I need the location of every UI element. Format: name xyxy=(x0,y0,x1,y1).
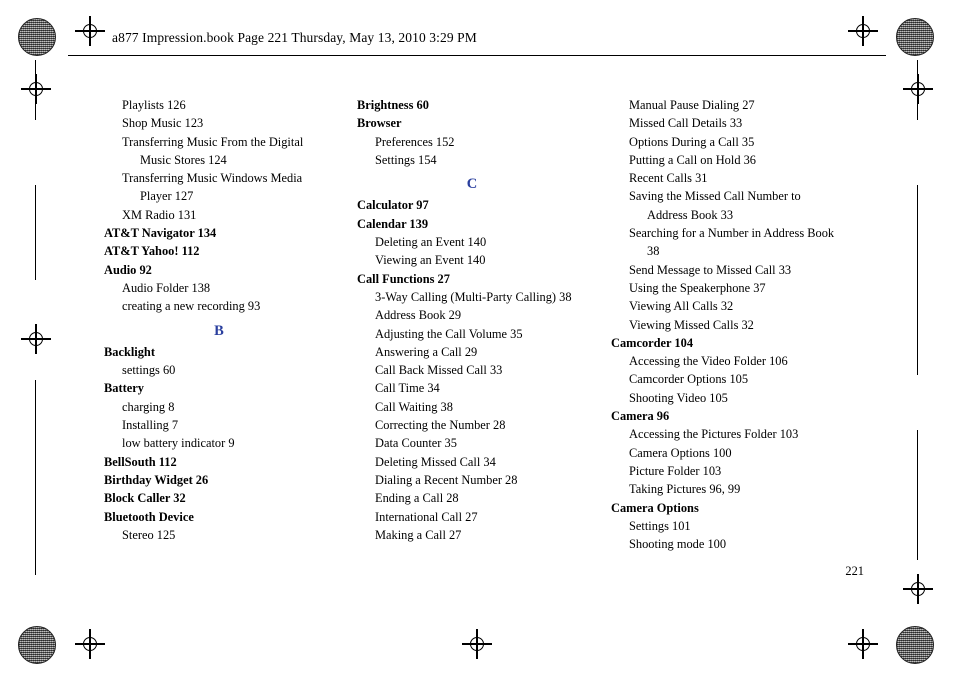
trim-line-left-mid xyxy=(35,185,37,280)
registration-mark-left-lower xyxy=(21,324,51,354)
index-letter-heading: C xyxy=(466,176,478,193)
index-entry-sub: Making a Call 27 xyxy=(375,527,462,542)
trim-line-right-mid xyxy=(917,185,919,375)
index-entry-sub: Camera Options 100 xyxy=(629,445,732,460)
index-entry-main: AT&T Yahoo! 112 xyxy=(104,244,200,259)
index-entry-sub: Call Waiting 38 xyxy=(375,399,453,414)
trim-line-left-bottom xyxy=(35,380,37,575)
index-entry-main: Camera Options xyxy=(611,500,699,515)
index-entry-sub: Deleting Missed Call 34 xyxy=(375,454,496,469)
index-entry-sub: Picture Folder 103 xyxy=(629,463,722,478)
index-entry-main: Calculator 97 xyxy=(357,198,429,213)
index-entry-sub: Missed Call Details 33 xyxy=(629,116,743,131)
registration-mark-bottom-center xyxy=(462,629,492,659)
index-entry-sub: Correcting the Number 28 xyxy=(375,418,506,433)
index-entry-sub: Putting a Call on Hold 36 xyxy=(629,152,757,167)
index-entry-sub: Call Back Missed Call 33 xyxy=(375,363,503,378)
index-letter-heading: B xyxy=(214,322,224,339)
index-entry-sub: Manual Pause Dialing 27 xyxy=(629,98,755,112)
index-entry-main: Bluetooth Device xyxy=(104,509,194,524)
trim-line-left-top xyxy=(35,60,37,120)
index-entry-sub: Options During a Call 35 xyxy=(629,134,755,149)
index-entry-sub: Deleting an Event 140 xyxy=(375,235,487,250)
index-entry-sub: XM Radio 131 xyxy=(122,207,197,222)
index-column-2: Brightness 60 Browser Preferences 152 Setti… xyxy=(357,96,587,544)
index-entry-main: Brightness 60 xyxy=(357,98,429,112)
index-entry-sub: Settings 101 xyxy=(629,518,691,533)
index-entry-sub: Searching for a Number in Address Book 3… xyxy=(629,226,835,259)
index-entry-sub: settings 60 xyxy=(122,363,176,378)
index-entry-sub: Answering a Call 29 xyxy=(375,344,478,359)
index-entry-sub: Settings 154 xyxy=(375,152,437,167)
index-entry-main: Camera 96 xyxy=(611,409,670,424)
index-entry-sub: Camcorder Options 105 xyxy=(629,372,749,387)
index-entry-sub: Transferring Music From the Digital Musi… xyxy=(122,134,304,167)
index-entry-main: Browser xyxy=(357,116,402,131)
index-entry-sub: Adjusting the Call Volume 35 xyxy=(375,326,523,341)
trim-line-right-bottom xyxy=(917,430,919,560)
index-entry-main: Camcorder 104 xyxy=(611,335,694,350)
index-entry-main: Birthday Widget 26 xyxy=(104,472,209,487)
index-entry-sub: Audio Folder 138 xyxy=(122,280,211,295)
index-entry-sub: Stereo 125 xyxy=(122,527,176,542)
index-entry-sub: Preferences 152 xyxy=(375,134,455,149)
halftone-dot-bottom-right xyxy=(896,626,934,664)
index-entry-sub: Accessing the Pictures Folder 103 xyxy=(629,427,799,442)
trim-line-right-top xyxy=(917,60,919,120)
trim-line-top-edge xyxy=(110,22,790,23)
index-entry-sub: Playlists 126 xyxy=(122,98,186,112)
index-entry-sub: Using the Speakerphone 37 xyxy=(629,280,766,295)
index-entry-main: Call Functions 27 xyxy=(357,271,450,286)
index-entry-sub: Taking Pictures 96, 99 xyxy=(629,482,741,497)
index-entry-sub: Saving the Missed Call Number to Address… xyxy=(629,189,801,222)
index-entry-main: Calendar 139 xyxy=(357,216,429,231)
index-entry-main: BellSouth 112 xyxy=(104,454,177,469)
index-body: Playlists 126 Shop Music 123 Transferring … xyxy=(104,96,864,566)
index-entry-sub: Viewing Missed Calls 32 xyxy=(629,317,754,332)
index-entry-main: Audio 92 xyxy=(104,262,152,277)
index-entry-main: Backlight xyxy=(104,344,155,359)
registration-mark-top-right xyxy=(848,16,878,46)
page-number: 221 xyxy=(845,564,864,578)
index-entry-sub: 3-Way Calling (Multi-Party Calling) 38 xyxy=(375,289,572,304)
halftone-dot-top-right xyxy=(896,18,934,56)
index-entry-main: Battery xyxy=(104,381,144,396)
index-entry-sub: Viewing an Event 140 xyxy=(375,253,486,268)
index-column-3: Manual Pause Dialing 27 Missed Call Detai… xyxy=(611,96,841,553)
index-entry-sub: Call Time 34 xyxy=(375,381,440,396)
index-entry-sub: Transferring Music Windows Media Player … xyxy=(122,171,303,204)
index-entry-sub: Installing 7 xyxy=(122,418,179,433)
book-file-header: a877 Impression.book Page 221 Thursday, … xyxy=(112,30,477,45)
trim-line-header-rule xyxy=(68,55,886,57)
index-entry-sub: Accessing the Video Folder 106 xyxy=(629,354,788,369)
index-entry-sub: Shooting Video 105 xyxy=(629,390,728,405)
index-entry-sub: Ending a Call 28 xyxy=(375,491,459,506)
index-entry-main: Block Caller 32 xyxy=(104,491,186,506)
index-entry-sub: creating a new recording 93 xyxy=(122,299,261,314)
registration-mark-bottom-left xyxy=(75,629,105,659)
registration-mark-right-lower xyxy=(903,574,933,604)
index-entry-sub: Shop Music 123 xyxy=(122,116,204,131)
index-entry-sub: Viewing All Calls 32 xyxy=(629,299,734,314)
halftone-dot-bottom-left xyxy=(18,626,56,664)
index-entry-sub: International Call 27 xyxy=(375,509,478,524)
index-column-1: Playlists 126 Shop Music 123 Transferring … xyxy=(104,96,334,544)
registration-mark-top-left xyxy=(75,16,105,46)
index-entry-sub: Recent Calls 31 xyxy=(629,171,708,186)
index-entry-sub: Address Book 29 xyxy=(375,308,462,323)
registration-mark-bottom-right xyxy=(848,629,878,659)
index-entry-sub: charging 8 xyxy=(122,399,175,414)
halftone-dot-top-left xyxy=(18,18,56,56)
index-entry-main: AT&T Navigator 134 xyxy=(104,226,217,241)
index-entry-sub: Dialing a Recent Number 28 xyxy=(375,472,518,487)
index-entry-sub: low battery indicator 9 xyxy=(122,436,235,451)
index-entry-sub: Shooting mode 100 xyxy=(629,537,727,552)
index-entry-sub: Send Message to Missed Call 33 xyxy=(629,262,792,277)
index-entry-sub: Data Counter 35 xyxy=(375,436,457,451)
